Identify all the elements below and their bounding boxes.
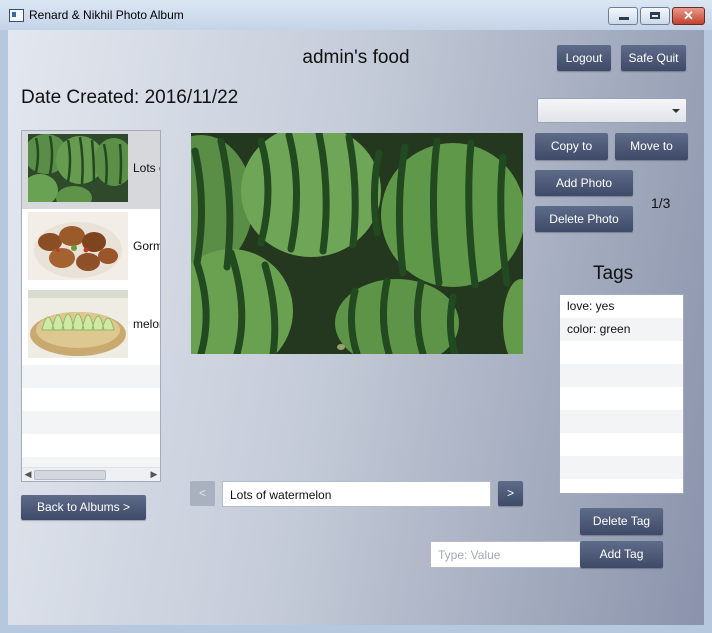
tags-heading: Tags (593, 263, 634, 284)
close-button[interactable]: ✕ (672, 7, 705, 25)
safe-quit-button[interactable]: Safe Quit (621, 45, 686, 71)
photo-list-item[interactable]: Gorm (22, 209, 160, 287)
scroll-left-icon[interactable]: ◀ (22, 468, 34, 481)
window-title: Renard & Nikhil Photo Album (29, 8, 184, 22)
delete-photo-button[interactable]: Delete Photo (535, 206, 633, 232)
maximize-icon (650, 12, 660, 19)
photo-thumbnail (28, 290, 128, 358)
photo-caption: Lots of watermelon (133, 161, 160, 175)
album-select-dropdown[interactable] (537, 98, 687, 123)
add-tag-button[interactable]: Add Tag (580, 541, 663, 568)
maximize-button[interactable] (640, 7, 670, 25)
photo-caption-field[interactable]: Lots of watermelon (222, 481, 491, 507)
album-view: admin's food Logout Safe Quit Date Creat… (8, 30, 704, 625)
scrollbar-thumb[interactable] (34, 470, 106, 480)
tag-row-empty (560, 364, 683, 387)
copy-to-button[interactable]: Copy to (535, 133, 608, 160)
tag-row-empty (560, 433, 683, 456)
photo-caption: melon (133, 317, 160, 331)
list-row-empty (22, 434, 160, 457)
chevron-down-icon (672, 109, 680, 113)
app-icon (9, 9, 24, 22)
date-created: Date Created: 2016/11/22 (21, 87, 239, 108)
tag-item[interactable]: love: yes (560, 295, 683, 318)
move-to-button[interactable]: Move to (615, 133, 688, 160)
photo-thumbnail (28, 134, 128, 202)
photo-display (191, 133, 523, 354)
back-to-albums-button[interactable]: Back to Albums > (21, 495, 146, 520)
next-photo-button[interactable]: > (498, 481, 523, 506)
photo-thumbnail (28, 212, 128, 280)
photo-list-item[interactable]: Lots of watermelon (22, 131, 160, 209)
window-frame: admin's food Logout Safe Quit Date Creat… (0, 30, 712, 633)
minimize-button[interactable] (608, 7, 638, 25)
close-icon: ✕ (683, 8, 694, 23)
add-photo-button[interactable]: Add Photo (535, 170, 633, 196)
minimize-icon (619, 17, 629, 20)
title-bar: Renard & Nikhil Photo Album ✕ (0, 0, 712, 31)
tag-item[interactable]: color: green (560, 318, 683, 341)
tag-row-empty (560, 479, 683, 493)
photo-list-item[interactable]: melon (22, 287, 160, 365)
tag-list[interactable]: love: yes color: green (559, 294, 684, 494)
photo-list[interactable]: Lots of watermelon (21, 130, 161, 482)
photo-list-scrollbar[interactable]: ◀ ▶ (22, 467, 160, 481)
tag-row-empty (560, 341, 683, 364)
scroll-right-icon[interactable]: ▶ (148, 468, 160, 481)
list-row-empty (22, 365, 160, 388)
list-row-empty (22, 411, 160, 434)
previous-photo-button[interactable]: < (190, 481, 215, 506)
photo-caption: Gorm (133, 239, 160, 253)
tag-row-empty (560, 410, 683, 433)
tag-input[interactable] (430, 541, 582, 568)
tag-row-empty (560, 456, 683, 479)
logout-button[interactable]: Logout (557, 45, 611, 71)
tag-row-empty (560, 387, 683, 410)
delete-tag-button[interactable]: Delete Tag (580, 508, 663, 535)
photo-counter: 1/3 (651, 195, 671, 211)
list-row-empty (22, 388, 160, 411)
